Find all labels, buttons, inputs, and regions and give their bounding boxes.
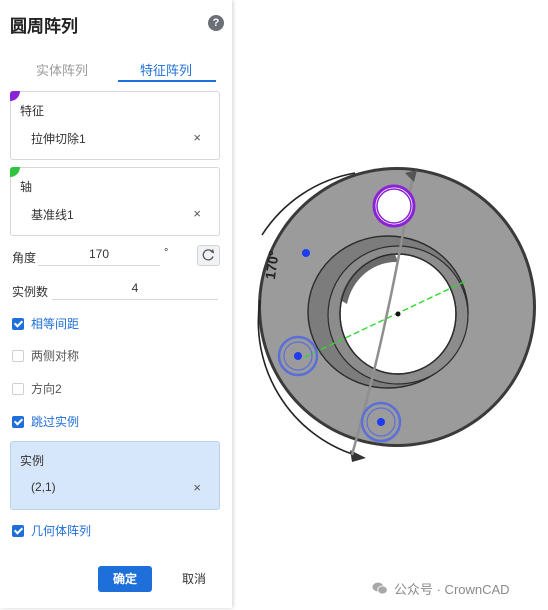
equal-spacing-checkbox[interactable]	[12, 317, 24, 330]
axis-clear-icon[interactable]: ×	[193, 206, 201, 221]
center-point	[395, 311, 401, 317]
feature-label: 特征	[20, 104, 45, 118]
angle-label: 角度	[12, 251, 37, 265]
feature-selection-box[interactable]: 特征 拉伸切除1 ×	[10, 91, 220, 160]
angle-input[interactable]: 170	[38, 247, 160, 266]
instance-count-input[interactable]: 4	[52, 281, 218, 300]
active-tab-underline	[118, 80, 216, 82]
direction2-option[interactable]: 方向2	[12, 380, 62, 397]
axis-value: 基准线1	[31, 208, 74, 222]
cancel-button[interactable]: 取消	[167, 566, 221, 592]
instances-clear-icon[interactable]: ×	[193, 480, 201, 495]
symmetric-checkbox[interactable]	[12, 349, 24, 362]
skip-instances-option[interactable]: 跳过实例	[12, 413, 79, 430]
feature-clear-icon[interactable]: ×	[193, 130, 201, 145]
reverse-direction-button[interactable]	[197, 245, 220, 266]
tab-feature-pattern[interactable]: 特征阵列	[140, 60, 192, 79]
direction2-label: 方向2	[31, 382, 62, 396]
geometry-pattern-option[interactable]: 几何体阵列	[12, 522, 91, 539]
axis-selection-box[interactable]: 轴 基准线1 ×	[10, 167, 220, 236]
skip-instances-label: 跳过实例	[31, 415, 80, 429]
watermark-text: 公众号 · CrownCAD	[394, 582, 510, 597]
instances-label: 实例	[20, 454, 45, 468]
equal-spacing-label: 相等间距	[31, 317, 80, 331]
feature-color-marker	[10, 91, 20, 101]
circular-pattern-panel: 圆周阵列 ? 实体阵列 特征阵列 特征 拉伸切除1 × 轴 基准线1 × 角度 …	[0, 0, 232, 608]
instance-count-label: 实例数	[12, 285, 49, 299]
selected-cut-feature[interactable]	[372, 184, 416, 228]
angle-unit: °	[164, 247, 169, 259]
watermark: 公众号 · CrownCAD	[372, 579, 510, 598]
symmetric-label: 两侧对称	[31, 349, 80, 363]
skipped-instance-marker[interactable]	[302, 249, 310, 257]
tab-solid-pattern[interactable]: 实体阵列	[36, 60, 88, 79]
rotate-icon	[202, 249, 215, 261]
equal-spacing-option[interactable]: 相等间距	[12, 315, 79, 332]
help-icon[interactable]: ?	[208, 15, 224, 31]
skipped-instances-box[interactable]: 实例 (2,1) ×	[10, 441, 220, 510]
axis-label: 轴	[20, 180, 33, 194]
panel-title: 圆周阵列	[10, 17, 78, 36]
geometry-pattern-checkbox[interactable]	[12, 524, 24, 537]
skip-instances-checkbox[interactable]	[12, 415, 24, 428]
axis-color-marker	[10, 167, 20, 177]
3d-viewport[interactable]: 170°	[232, 0, 548, 610]
geometry-pattern-label: 几何体阵列	[31, 524, 92, 538]
direction2-checkbox[interactable]	[12, 382, 24, 395]
wechat-icon	[372, 582, 388, 595]
symmetric-option[interactable]: 两侧对称	[12, 347, 79, 364]
ok-button[interactable]: 确定	[98, 566, 152, 592]
feature-value: 拉伸切除1	[31, 132, 86, 146]
instances-value: (2,1)	[31, 480, 56, 494]
